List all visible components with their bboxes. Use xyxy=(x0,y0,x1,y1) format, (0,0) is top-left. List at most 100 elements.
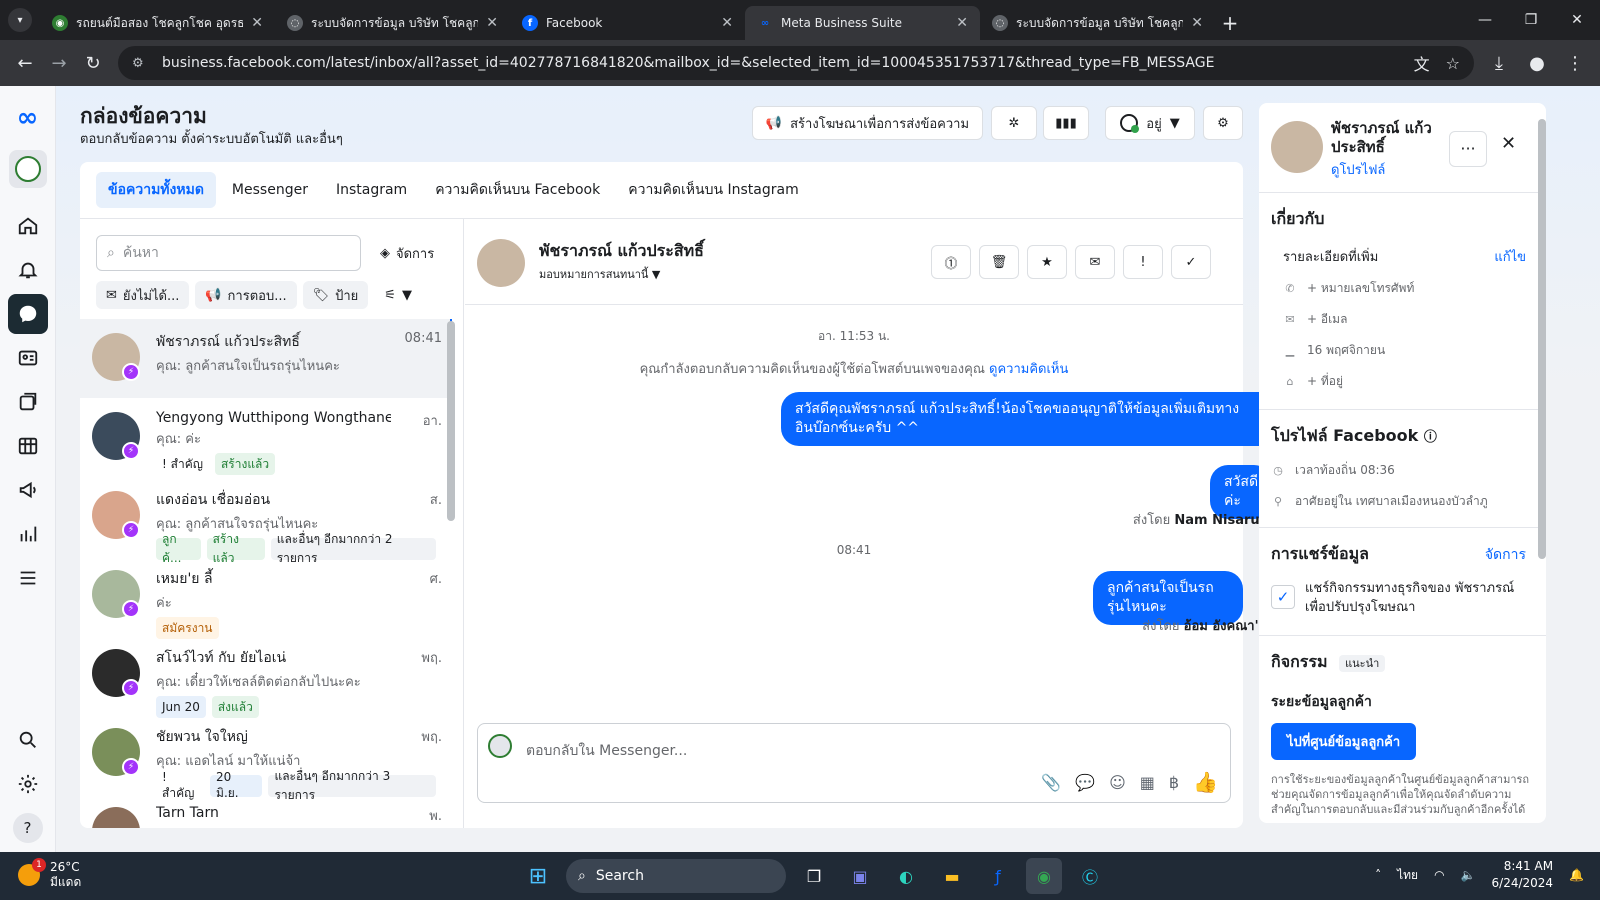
automations-button[interactable]: ✲ xyxy=(991,106,1037,140)
browser-menu-button[interactable]: ⋮ xyxy=(1558,46,1592,80)
label-tag[interactable]: สร้างแล้ว xyxy=(214,453,276,475)
insights-button[interactable]: ▮▮▮ xyxy=(1043,106,1089,140)
taskbar-search[interactable]: ⌕ Search xyxy=(566,859,786,893)
notifications-icon[interactable] xyxy=(8,250,48,290)
message-composer[interactable]: ตอบกลับใน Messenger... 📎 💬 ☺ ▦ ฿ 👍 xyxy=(477,723,1231,803)
conversation-list-item[interactable]: ⚡ ชัยพวน ใจใหญ่ พฤ. คุณ: แอดไลน์ มาให้แน่จ้… xyxy=(80,714,452,802)
facebook-app-icon[interactable]: ƒ xyxy=(980,858,1016,894)
tab-search-button[interactable]: ▾ xyxy=(0,0,40,40)
weather-widget[interactable]: 1 26°C มีแดด xyxy=(18,858,81,890)
inbox-filter-tab[interactable]: ข้อความทั้งหมด xyxy=(96,172,216,208)
go-to-customer-center-button[interactable]: ไปที่ศูนย์ข้อมูลลูกค้า xyxy=(1271,723,1417,760)
inbox-filter-tab[interactable]: Instagram xyxy=(324,172,419,208)
windows-start-icon[interactable]: ⊞ xyxy=(520,858,556,894)
conversation-list-scrollbar[interactable] xyxy=(447,321,455,521)
availability-status-button[interactable]: อยู่ ▼ xyxy=(1105,106,1195,140)
tab-close-icon[interactable]: ✕ xyxy=(251,15,263,31)
attachment-icon[interactable]: 📎 xyxy=(1041,773,1061,792)
close-window-icon[interactable]: ✕ xyxy=(1554,12,1600,28)
site-info-icon[interactable]: ⚙ xyxy=(132,55,148,71)
chrome-icon[interactable]: ◉ xyxy=(1026,858,1062,894)
form-icon[interactable]: ▦ xyxy=(1140,773,1155,792)
conversation-list-item[interactable]: ⚡ พัชราภรณ์ แก้วประสิทธิ์ 08:41 คุณ: ลูกค้า… xyxy=(80,319,452,398)
notification-bell-icon[interactable]: 🔔 xyxy=(1569,868,1584,882)
info-icon[interactable]: ⓘ xyxy=(1424,430,1437,445)
details-panel-scrollbar[interactable] xyxy=(1536,103,1546,823)
address-bar[interactable]: ⚙ business.facebook.com/latest/inbox/all… xyxy=(118,46,1474,80)
inbox-icon[interactable] xyxy=(7,294,48,334)
bookmark-star-icon[interactable]: ☆ xyxy=(1446,54,1460,73)
label-tag[interactable]: ! สำคัญ xyxy=(156,453,209,475)
account-switcher[interactable] xyxy=(8,150,47,188)
browser-tab[interactable]: ∞ Meta Business Suite ✕ xyxy=(745,6,980,40)
assign-conversation-dropdown[interactable]: มอบหมายการสนทนานี้ ▼ xyxy=(539,265,660,283)
add-phone-row[interactable]: ✆ + หมายเลขโทรศัพท์ xyxy=(1271,279,1534,298)
volume-icon[interactable]: 🔈 xyxy=(1461,868,1476,882)
edge-icon[interactable]: ◐ xyxy=(888,858,924,894)
view-comment-link[interactable]: ดูความคิดเห็น xyxy=(989,362,1068,377)
saved-replies-icon[interactable]: 💬 xyxy=(1075,773,1095,792)
label-filter-chip[interactable]: 🏷 ป้าย xyxy=(302,281,369,309)
response-filter-chip[interactable]: 📢 การตอบ... xyxy=(195,281,297,309)
downloads-button[interactable]: ⤓ xyxy=(1482,46,1516,80)
ads-megaphone-icon[interactable] xyxy=(8,470,48,510)
browser-tab[interactable]: ◌ ระบบจัดการข้อมูล บริษัท โชคลูกโชค ✕ xyxy=(980,6,1215,40)
settings-gear-icon[interactable] xyxy=(8,764,48,804)
view-profile-link[interactable]: ดูโปรไฟล์ xyxy=(1331,159,1385,180)
new-tab-button[interactable]: + xyxy=(1215,6,1245,40)
mark-spam-button[interactable]: ⓵ xyxy=(931,245,971,279)
edit-link[interactable]: แก้ไข xyxy=(1494,246,1526,267)
chevron-up-icon[interactable]: ˄ xyxy=(1375,868,1381,882)
conversation-list-item[interactable]: ⚡Tarn Tarnพ. xyxy=(80,793,452,828)
inbox-filter-tab[interactable]: ความคิดเห็นบน Facebook xyxy=(423,172,612,208)
delete-button[interactable]: 🗑 xyxy=(979,245,1019,279)
more-filters-button[interactable]: ⚟ ▼ xyxy=(374,281,422,309)
browser-tab[interactable]: ◉ รถยนต์มือสอง โชคลูกโชค อุดรธานี ✕ xyxy=(40,6,275,40)
file-explorer-icon[interactable]: ▬ xyxy=(934,858,970,894)
forward-button[interactable]: → xyxy=(42,46,76,80)
conversation-list-item[interactable]: ⚡ เหมย'ย ลี้ ศ. ค่ะ สมัครงาน xyxy=(80,556,452,639)
mark-important-button[interactable]: ! xyxy=(1123,245,1163,279)
contacts-icon[interactable] xyxy=(8,338,48,378)
browser-tab[interactable]: f Facebook ✕ xyxy=(510,6,745,40)
close-panel-button[interactable]: ✕ xyxy=(1501,133,1516,154)
thumbs-up-icon[interactable]: 👍 xyxy=(1193,770,1218,794)
create-message-ad-button[interactable]: 📢 สร้างโฆษณาเพื่อการส่งข้อความ xyxy=(752,106,983,140)
conversation-search-input[interactable]: ⌕ ค้นหา xyxy=(96,235,361,271)
conversation-list-item[interactable]: ⚡ แดงอ่อน เชื่อมอ่อน ส. คุณ: ลูกค้าสนใจรถรุ… xyxy=(80,477,452,565)
mark-unread-button[interactable]: ✉ xyxy=(1075,245,1115,279)
profile-button[interactable]: ● xyxy=(1520,46,1554,80)
minimize-icon[interactable]: — xyxy=(1462,12,1508,28)
conversation-list-item[interactable]: ⚡ Yengyong Wutthipong Wongthanee อา. คุณ: ค… xyxy=(80,398,452,477)
tab-close-icon[interactable]: ✕ xyxy=(956,15,968,31)
planner-icon[interactable] xyxy=(8,426,48,466)
payment-icon[interactable]: ฿ xyxy=(1169,773,1179,792)
inbox-filter-tab[interactable]: ความคิดเห็นบน Instagram xyxy=(616,172,811,208)
content-icon[interactable] xyxy=(8,382,48,422)
back-button[interactable]: ← xyxy=(8,46,42,80)
clock[interactable]: 8:41 AM 6/24/2024 xyxy=(1492,858,1554,892)
search-icon[interactable] xyxy=(8,720,48,760)
mark-done-button[interactable]: ✓ xyxy=(1171,245,1211,279)
add-email-row[interactable]: ✉ + อีเมล xyxy=(1271,310,1534,329)
restore-icon[interactable]: ❐ xyxy=(1508,12,1554,28)
input-language[interactable]: ไทย xyxy=(1397,866,1418,885)
add-address-row[interactable]: ⌂ + ที่อยู่ xyxy=(1271,372,1534,391)
tab-close-icon[interactable]: ✕ xyxy=(721,15,733,31)
share-activity-checkbox[interactable]: ✓ xyxy=(1271,585,1295,609)
home-icon[interactable] xyxy=(8,206,48,246)
meet-icon[interactable]: ▣ xyxy=(842,858,878,894)
translate-icon[interactable]: 文 xyxy=(1414,51,1430,75)
tab-close-icon[interactable]: ✕ xyxy=(1191,15,1203,31)
manage-button[interactable]: ◈ จัดการ xyxy=(380,243,434,264)
menu-icon[interactable] xyxy=(8,558,48,598)
contact-avatar[interactable] xyxy=(477,239,525,287)
help-icon[interactable]: ? xyxy=(8,808,48,848)
browser-tab[interactable]: ◌ ระบบจัดการข้อมูล บริษัท โชคลูกโชค ✕ xyxy=(275,6,510,40)
sharing-manage-link[interactable]: จัดการ xyxy=(1485,544,1526,566)
emoji-icon[interactable]: ☺ xyxy=(1109,773,1126,792)
task-view-icon[interactable]: ❐ xyxy=(796,858,832,894)
insights-icon[interactable] xyxy=(8,514,48,554)
conversation-list-item[interactable]: ⚡ สโนว์ไวท์ กับ ยัยไอเน่ พฤ. คุณ: เดี๋ยวให้… xyxy=(80,635,452,718)
star-button[interactable]: ★ xyxy=(1027,245,1067,279)
